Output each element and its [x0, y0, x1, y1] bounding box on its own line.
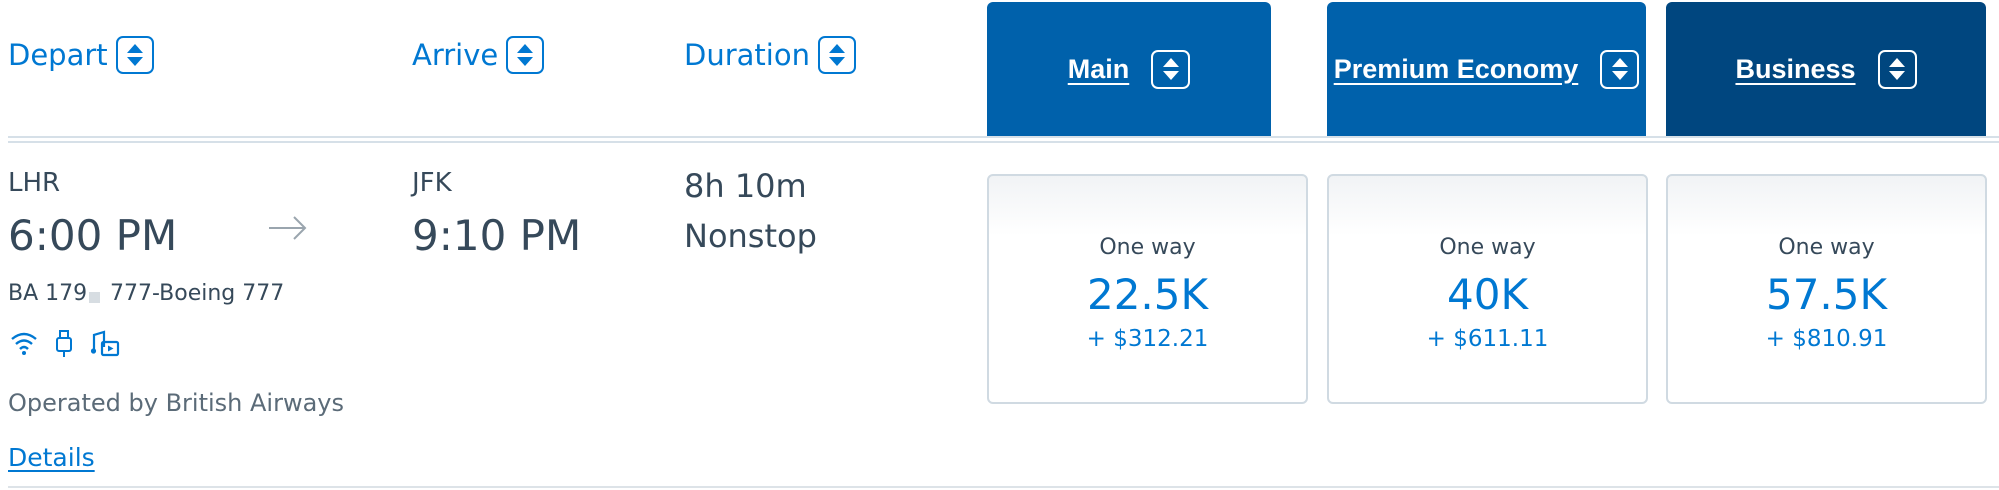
fare-trip-type: One way [1439, 235, 1536, 260]
tab-business[interactable]: Business [1666, 2, 1986, 136]
fare-miles: 57.5K [1765, 270, 1888, 319]
sort-toggle-icon [1877, 49, 1917, 89]
fare-miles: 40K [1447, 270, 1528, 319]
aircraft-type: 777-Boeing 777 [110, 281, 285, 306]
origin-airport-code: LHR [8, 168, 61, 198]
fare-taxes: + $312.21 [1086, 326, 1209, 352]
separator-dot [89, 292, 100, 303]
fare-trip-type: One way [1778, 235, 1875, 260]
sort-depart-header[interactable]: Depart [8, 36, 154, 74]
tab-main-label: Main [1067, 53, 1130, 84]
sort-arrive-header[interactable]: Arrive [412, 36, 545, 74]
fare-trip-type: One way [1099, 235, 1196, 260]
fare-miles: 22.5K [1086, 270, 1209, 319]
sort-toggle-icon [817, 36, 856, 74]
sort-toggle-icon [115, 36, 154, 74]
destination-airport-code: JFK [412, 168, 452, 198]
depart-header-label: Depart [8, 38, 108, 72]
fare-card-premium-economy[interactable]: One way 40K + $611.11 [1327, 174, 1648, 404]
row-divider [8, 486, 1999, 488]
flight-duration: 8h 10m [684, 167, 807, 205]
arrive-time: 9:10 PM [412, 211, 582, 260]
tab-premium-economy[interactable]: Premium Economy [1327, 2, 1646, 136]
tab-premium-economy-label: Premium Economy [1333, 53, 1579, 84]
fare-card-main[interactable]: One way 22.5K + $312.21 [987, 174, 1308, 404]
fare-taxes: + $810.91 [1765, 326, 1888, 352]
right-arrow-icon [268, 214, 308, 246]
tab-business-label: Business [1735, 53, 1856, 84]
sort-toggle-icon [1600, 49, 1640, 89]
operated-by-text: Operated by British Airways [8, 389, 344, 417]
sort-toggle-icon [506, 36, 545, 74]
sort-toggle-icon [1151, 49, 1191, 89]
details-link[interactable]: Details [8, 443, 95, 472]
depart-time: 6:00 PM [8, 211, 178, 260]
header-divider [8, 136, 1999, 143]
fare-taxes: + $611.11 [1426, 326, 1549, 352]
sort-duration-header[interactable]: Duration [684, 36, 856, 74]
duration-header-label: Duration [684, 38, 810, 72]
tab-main[interactable]: Main [987, 2, 1271, 136]
arrive-header-label: Arrive [412, 38, 499, 72]
wifi-icon [10, 330, 38, 356]
entertainment-icon [90, 330, 120, 358]
fare-card-business[interactable]: One way 57.5K + $810.91 [1666, 174, 1987, 404]
flight-stops: Nonstop [684, 217, 817, 255]
usb-power-icon [55, 330, 73, 358]
flight-number: BA 179 [8, 281, 88, 306]
